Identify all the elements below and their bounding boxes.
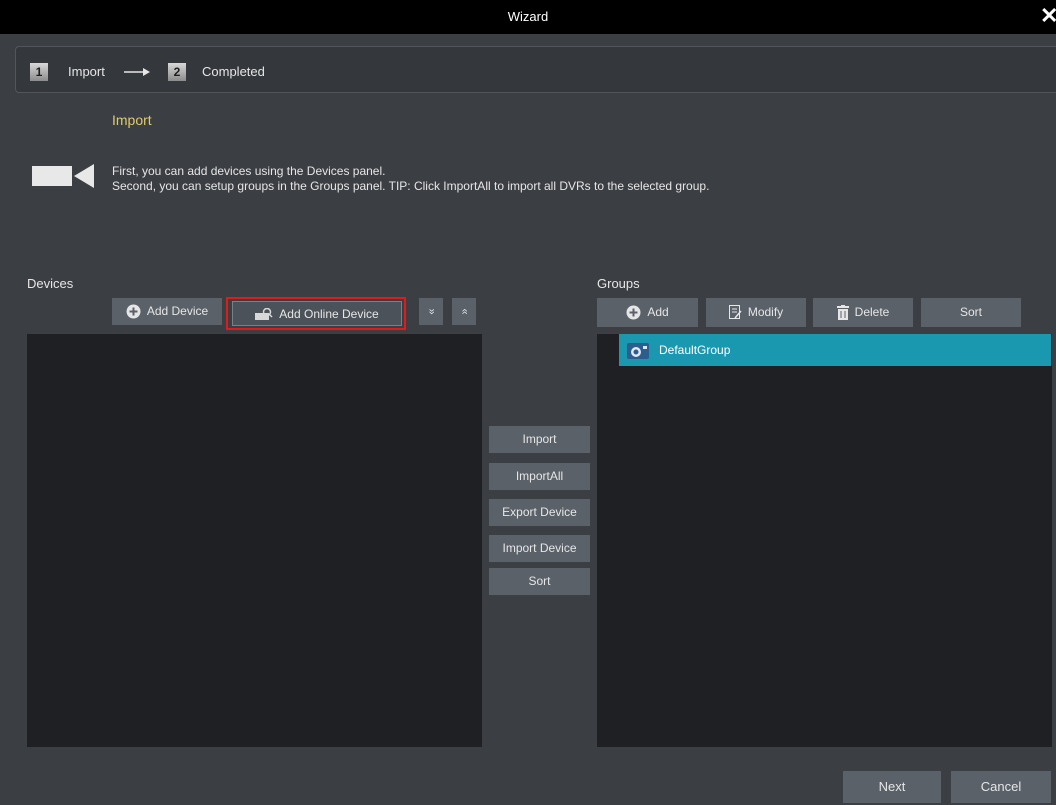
instruction-line-1: First, you can add devices using the Dev… bbox=[112, 164, 386, 178]
sort-groups-button[interactable]: Sort bbox=[921, 298, 1021, 327]
import-all-button[interactable]: ImportAll bbox=[489, 463, 590, 490]
delete-group-button[interactable]: Delete bbox=[813, 298, 913, 327]
modify-group-button[interactable]: Modify bbox=[706, 298, 806, 327]
instructions: First, you can add devices using the Dev… bbox=[112, 164, 709, 194]
arrow-right-icon bbox=[124, 68, 150, 76]
online-device-icon bbox=[255, 308, 273, 321]
export-device-button[interactable]: Export Device bbox=[489, 499, 590, 526]
close-icon[interactable]: ✕ bbox=[1040, 4, 1056, 28]
devices-label: Devices bbox=[27, 276, 74, 291]
step-2-number: 2 bbox=[168, 63, 186, 81]
title-bar: Wizard ✕ bbox=[0, 0, 1056, 34]
delete-group-label: Delete bbox=[854, 305, 890, 319]
add-group-button[interactable]: Add bbox=[597, 298, 698, 327]
step-2-label: Completed bbox=[202, 64, 265, 79]
window-title: Wizard bbox=[507, 9, 549, 24]
trash-icon bbox=[836, 305, 849, 321]
section-title: Import bbox=[112, 112, 152, 128]
collapse-button[interactable]: « bbox=[452, 298, 476, 325]
next-button[interactable]: Next bbox=[843, 771, 941, 803]
modify-group-label: Modify bbox=[747, 305, 784, 319]
group-item-defaultgroup[interactable]: DefaultGroup bbox=[619, 334, 1051, 366]
devices-list[interactable] bbox=[27, 334, 482, 747]
expand-button[interactable]: » bbox=[419, 298, 443, 325]
cancel-button[interactable]: Cancel bbox=[951, 771, 1051, 803]
double-chevron-up-icon: « bbox=[458, 308, 471, 315]
plus-circle-icon bbox=[626, 305, 641, 320]
plus-circle-icon bbox=[126, 304, 141, 319]
import-device-button[interactable]: Import Device bbox=[489, 535, 590, 562]
camera-group-icon bbox=[627, 343, 649, 359]
add-online-device-button[interactable]: Add Online Device bbox=[232, 301, 402, 326]
add-online-device-label: Add Online Device bbox=[279, 307, 379, 321]
add-device-label: Add Device bbox=[146, 304, 209, 318]
add-group-label: Add bbox=[647, 305, 669, 319]
double-chevron-down-icon: » bbox=[425, 308, 438, 315]
step-1-label: Import bbox=[68, 64, 105, 79]
group-item-label: DefaultGroup bbox=[659, 343, 731, 357]
add-device-button[interactable]: Add Device bbox=[112, 298, 222, 325]
camera-icon bbox=[32, 164, 94, 188]
groups-list[interactable] bbox=[597, 334, 1052, 747]
wizard-steps: 1 Import 2 Completed bbox=[15, 46, 1056, 93]
import-button[interactable]: Import bbox=[489, 426, 590, 453]
instruction-line-2: Second, you can setup groups in the Grou… bbox=[112, 179, 710, 193]
edit-icon bbox=[728, 305, 742, 320]
sort-devices-button[interactable]: Sort bbox=[489, 568, 590, 595]
step-1-number: 1 bbox=[30, 63, 48, 81]
groups-label: Groups bbox=[597, 276, 640, 291]
